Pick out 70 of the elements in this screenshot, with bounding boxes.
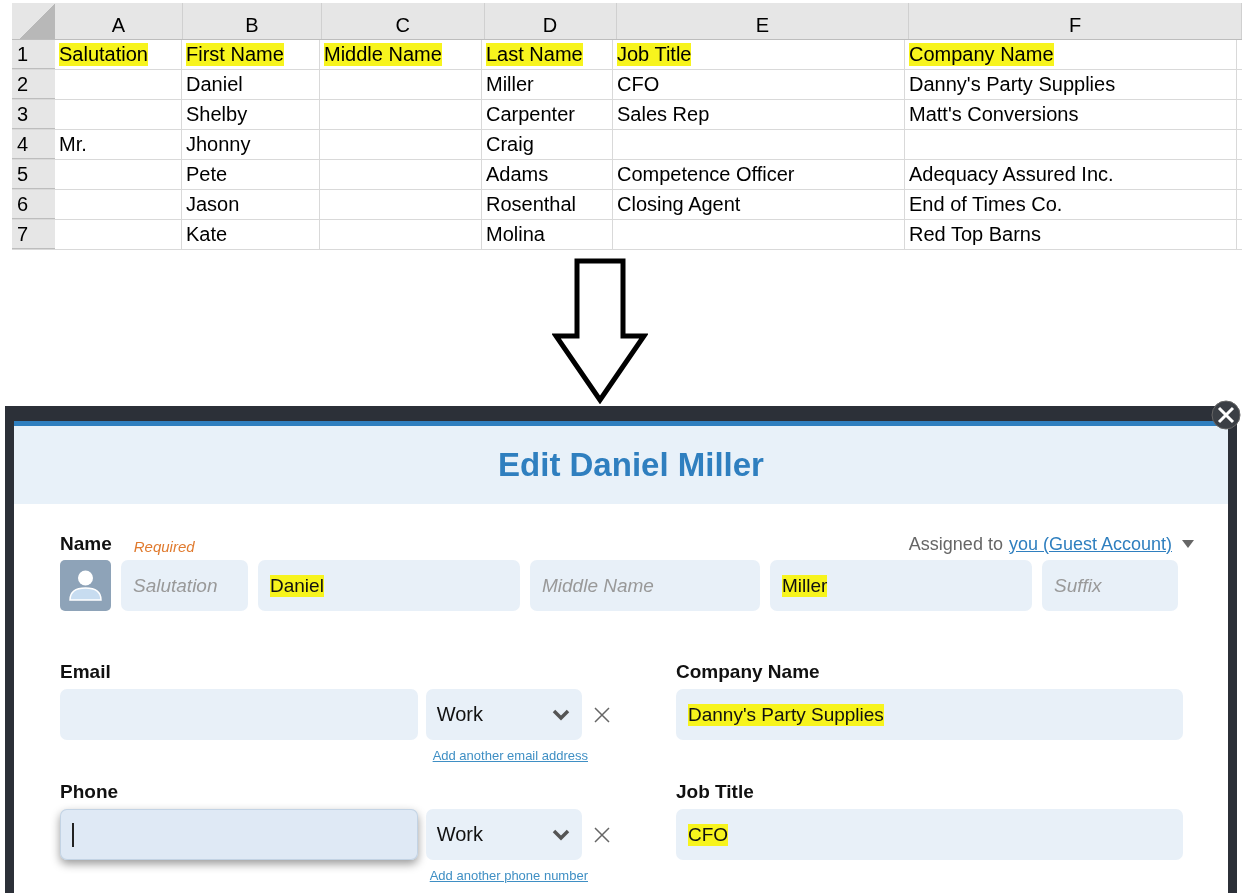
field-label: Job Title [676, 781, 755, 803]
column-header[interactable]: D [484, 3, 617, 39]
table-cell: Competence Officer [617, 163, 795, 186]
add-link[interactable]: Add another phone number [429, 868, 588, 883]
input-field[interactable]: Middle Name [530, 560, 760, 611]
type-dropdown[interactable]: Work [425, 689, 582, 740]
input-field[interactable]: CFO [676, 809, 1183, 860]
table-cell: Matt's Conversions [909, 103, 1079, 126]
column-header[interactable]: A [54, 3, 183, 39]
row-header[interactable]: 3 [12, 100, 55, 129]
column-header[interactable]: B [182, 3, 322, 39]
close-icon[interactable] [1211, 400, 1241, 430]
field-label: Email [60, 661, 112, 683]
column-header[interactable]: E [616, 3, 910, 39]
table-cell: Molina [486, 223, 545, 246]
add-link[interactable]: Add another email address [432, 748, 588, 763]
text-cursor [72, 822, 74, 847]
table-cell: Company Name [909, 43, 1054, 66]
row-header[interactable]: 1 [12, 40, 55, 69]
required-label: Required [133, 537, 195, 555]
input-field[interactable]: Suffix [1042, 560, 1178, 611]
table-cell: Adequacy Assured Inc. [909, 163, 1114, 186]
dropdown-caret-icon[interactable] [1182, 540, 1194, 548]
table-cell: End of Times Co. [909, 193, 1063, 216]
field-label: Company Name [676, 661, 821, 683]
input-field[interactable] [60, 809, 418, 860]
table-cell: Jhonny [186, 133, 251, 156]
table-cell: First Name [186, 43, 284, 66]
field-label: Name [60, 533, 112, 555]
row-header[interactable]: 6 [12, 190, 55, 219]
table-cell: Mr. [59, 133, 87, 156]
row-header[interactable]: 7 [12, 220, 55, 249]
input-field[interactable]: Miller [770, 560, 1032, 611]
table-cell: Middle Name [324, 43, 442, 66]
type-dropdown[interactable]: Work [425, 809, 582, 860]
input-field[interactable]: Daniel [258, 560, 520, 611]
table-cell: Miller [486, 73, 534, 96]
table-cell: Danny's Party Supplies [909, 73, 1116, 96]
table-cell: Pete [186, 163, 228, 186]
input-field[interactable]: Salutation [121, 560, 248, 611]
table-cell: Daniel [186, 73, 243, 96]
table-cell: Adams [486, 163, 549, 186]
table-cell: CFO [617, 73, 660, 96]
remove-icon[interactable] [594, 826, 610, 843]
input-field[interactable]: Danny's Party Supplies [676, 689, 1183, 740]
table-cell: Jason [186, 193, 240, 216]
row-header[interactable]: 2 [12, 70, 55, 99]
table-cell: Craig [486, 133, 534, 156]
table-cell: Shelby [186, 103, 248, 126]
table-cell: Sales Rep [617, 103, 710, 126]
column-header[interactable]: C [321, 3, 485, 39]
row-header[interactable]: 5 [12, 160, 55, 189]
avatar-icon[interactable] [60, 560, 111, 611]
table-cell: Rosenthal [486, 193, 577, 216]
remove-icon[interactable] [594, 706, 610, 723]
assigned-label: Assigned to [908, 533, 1003, 555]
chevron-down-icon [552, 708, 570, 721]
table-cell: Job Title [617, 43, 692, 66]
column-header[interactable]: F [909, 3, 1242, 39]
table-cell: Red Top Barns [909, 223, 1041, 246]
table-cell: Kate [186, 223, 228, 246]
chevron-down-icon [552, 828, 570, 841]
dialog-title: Edit Daniel Miller [498, 446, 764, 484]
table-cell: Last Name [486, 43, 583, 66]
field-label: Phone [60, 781, 120, 803]
table-cell: Carpenter [486, 103, 575, 126]
table-cell: Salutation [59, 43, 148, 66]
row-header[interactable]: 4 [12, 130, 55, 159]
table-cell: Closing Agent [617, 193, 741, 216]
assignee-link[interactable]: you (Guest Account) [1008, 533, 1172, 555]
